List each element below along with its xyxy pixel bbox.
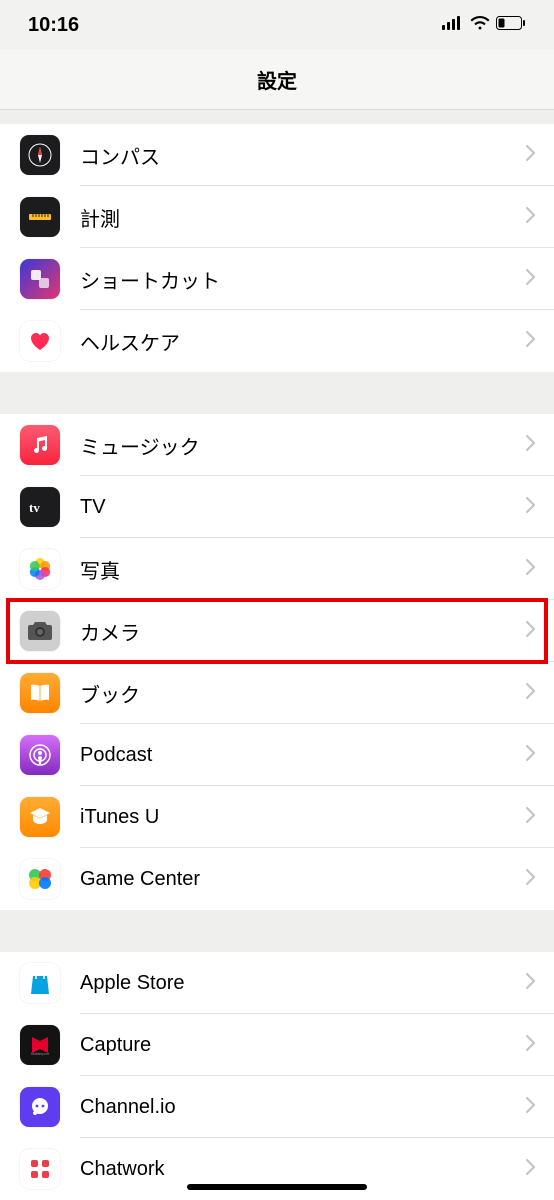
settings-row-itunesu[interactable]: iTunes U (0, 786, 554, 848)
settings-row-chatwork[interactable]: Chatwork (0, 1138, 554, 1200)
chevron-right-icon (526, 1035, 536, 1056)
settings-group: コンパス 計測 ショートカット ヘルスケア (0, 124, 554, 372)
settings-row-books[interactable]: ブック (0, 662, 554, 724)
status-time: 10:16 (28, 14, 79, 37)
chevron-right-icon (526, 1159, 536, 1180)
settings-row-label: コンパス (80, 141, 526, 170)
group-gap (0, 110, 554, 124)
nav-header: 設定 (0, 50, 554, 110)
group-gap (0, 372, 554, 414)
settings-row-label: カメラ (80, 617, 526, 646)
svg-text:Matterport: Matterport (31, 1051, 50, 1056)
settings-row-label: ブック (80, 679, 526, 708)
settings-row-label: 写真 (80, 555, 526, 584)
chevron-right-icon (526, 207, 536, 228)
settings-row-shortcuts[interactable]: ショートカット (0, 248, 554, 310)
settings-row-label: 計測 (80, 203, 526, 232)
settings-group: ミュージック tv TV 写真 カメラ (0, 414, 554, 910)
group-gap (0, 910, 554, 952)
shortcuts-icon (20, 259, 60, 299)
settings-row-capture[interactable]: Matterport Capture (0, 1014, 554, 1076)
settings-row-label: ミュージック (80, 431, 526, 460)
battery-icon (496, 16, 526, 35)
chevron-right-icon (526, 331, 536, 352)
wifi-icon (470, 16, 490, 35)
music-icon (20, 425, 60, 465)
chevron-right-icon (526, 621, 536, 642)
settings-list: コンパス 計測 ショートカット ヘルスケア (0, 110, 554, 1200)
itunesu-icon (20, 797, 60, 837)
settings-row-health[interactable]: ヘルスケア (0, 310, 554, 372)
settings-row-label: Capture (80, 1034, 526, 1057)
settings-row-photos[interactable]: 写真 (0, 538, 554, 600)
home-indicator (187, 1184, 367, 1190)
measure-icon (20, 197, 60, 237)
status-right (442, 16, 526, 35)
chevron-right-icon (526, 869, 536, 890)
settings-row-camera[interactable]: カメラ (0, 600, 554, 662)
settings-row-label: Apple Store (80, 972, 526, 995)
settings-row-label: Podcast (80, 744, 526, 767)
svg-text:tv: tv (29, 500, 40, 515)
health-icon (20, 321, 60, 361)
settings-row-measure[interactable]: 計測 (0, 186, 554, 248)
settings-row-label: iTunes U (80, 806, 526, 829)
chevron-right-icon (526, 559, 536, 580)
status-bar: 10:16 (0, 0, 554, 50)
gamecenter-icon (20, 859, 60, 899)
books-icon (20, 673, 60, 713)
settings-row-tv[interactable]: tv TV (0, 476, 554, 538)
settings-row-compass[interactable]: コンパス (0, 124, 554, 186)
chevron-right-icon (526, 683, 536, 704)
applestore-icon (20, 963, 60, 1003)
settings-row-gamecenter[interactable]: Game Center (0, 848, 554, 910)
settings-row-label: TV (80, 496, 526, 519)
settings-row-podcast[interactable]: Podcast (0, 724, 554, 786)
tv-icon: tv (20, 487, 60, 527)
chevron-right-icon (526, 145, 536, 166)
settings-row-label: ショートカット (80, 265, 526, 294)
chevron-right-icon (526, 497, 536, 518)
chevron-right-icon (526, 973, 536, 994)
settings-row-applestore[interactable]: Apple Store (0, 952, 554, 1014)
settings-row-label: Chatwork (80, 1158, 526, 1181)
chevron-right-icon (526, 435, 536, 456)
cellular-icon (442, 16, 464, 35)
settings-row-label: ヘルスケア (80, 327, 526, 356)
chevron-right-icon (526, 807, 536, 828)
compass-icon (20, 135, 60, 175)
settings-row-channelio[interactable]: Channel.io (0, 1076, 554, 1138)
chevron-right-icon (526, 269, 536, 290)
capture-icon: Matterport (20, 1025, 60, 1065)
photos-icon (20, 549, 60, 589)
chevron-right-icon (526, 745, 536, 766)
camera-icon (20, 611, 60, 651)
podcast-icon (20, 735, 60, 775)
settings-row-label: Channel.io (80, 1096, 526, 1119)
settings-row-label: Game Center (80, 868, 526, 891)
settings-group: Apple Store Matterport Capture Channel.i… (0, 952, 554, 1200)
chevron-right-icon (526, 1097, 536, 1118)
page-title: 設定 (257, 65, 297, 94)
channelio-icon (20, 1087, 60, 1127)
settings-row-music[interactable]: ミュージック (0, 414, 554, 476)
chatwork-icon (20, 1149, 60, 1189)
